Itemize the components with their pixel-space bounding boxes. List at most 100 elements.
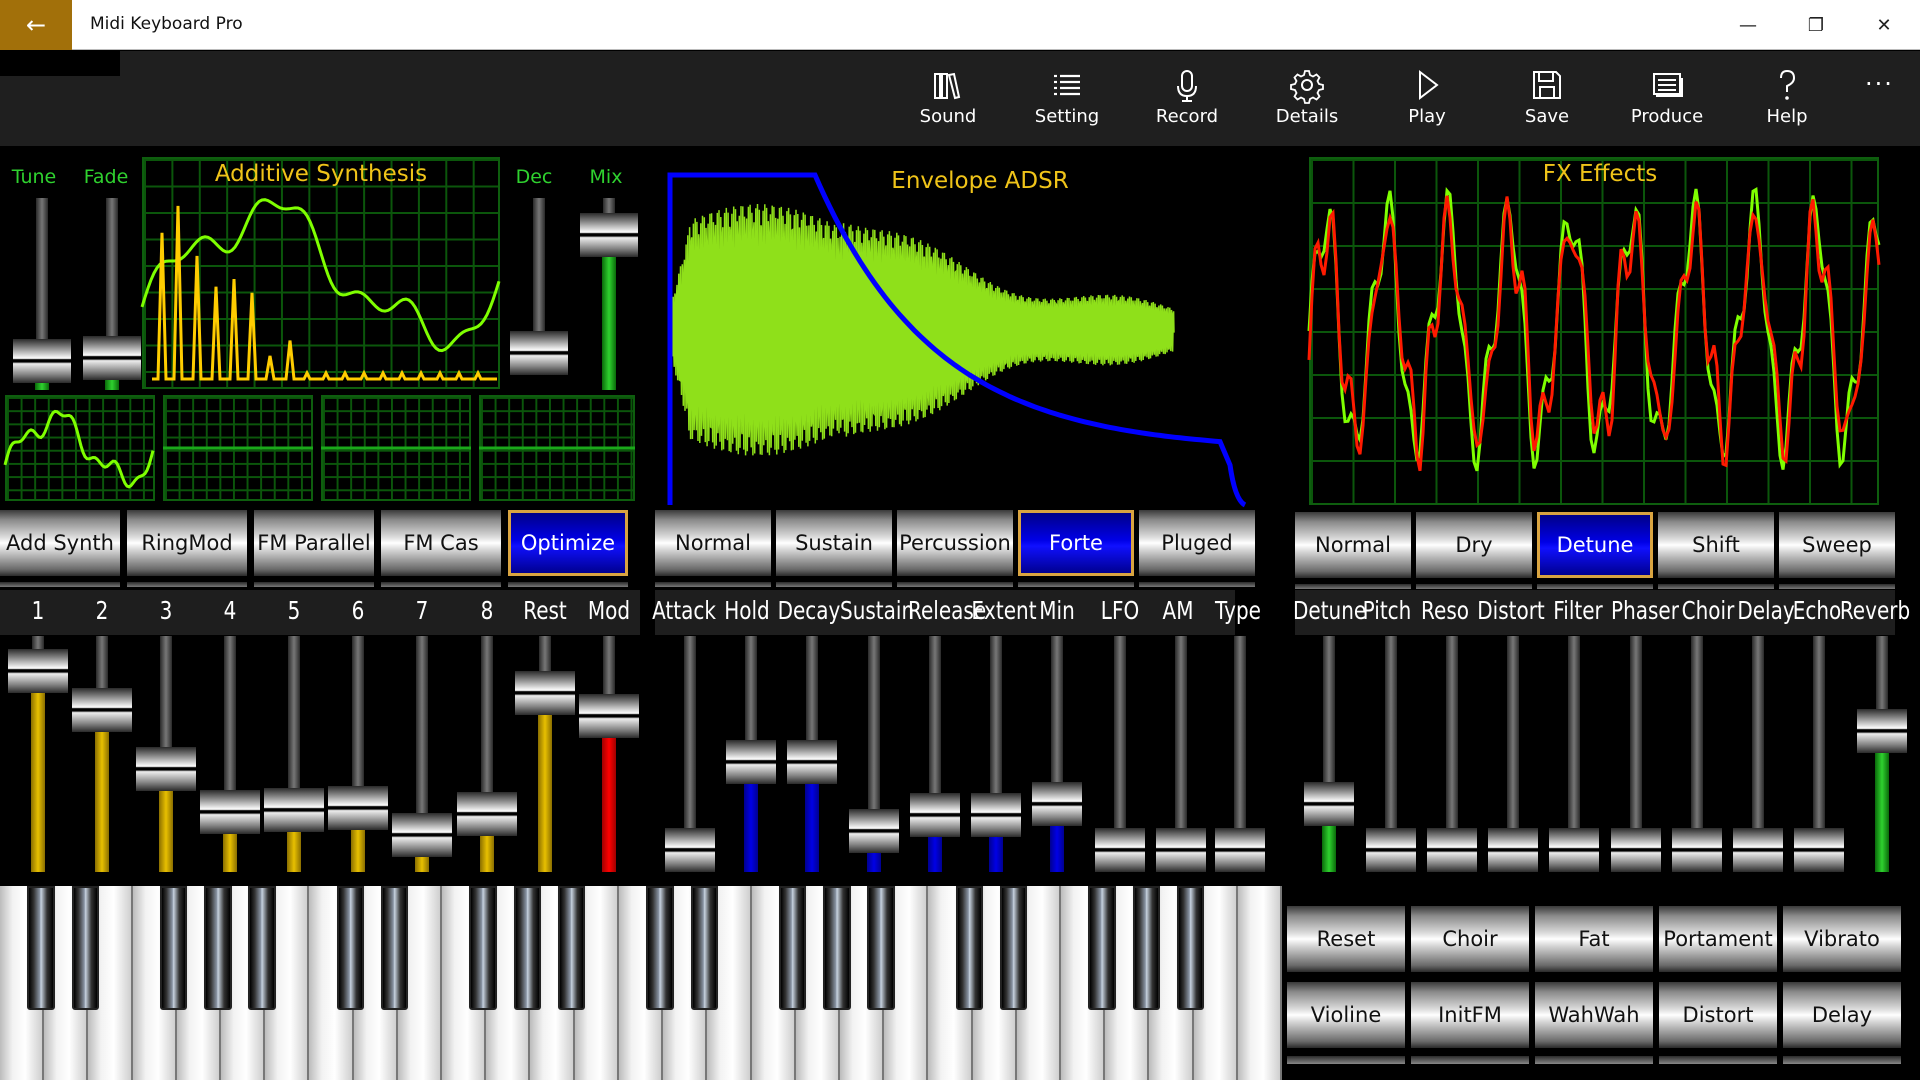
- back-button[interactable]: ←: [0, 0, 72, 50]
- fx-slider-delay-track[interactable]: [1752, 636, 1764, 832]
- envelope-slider-sustain-track[interactable]: [868, 636, 880, 813]
- harmonic-slider-3-knob[interactable]: [136, 747, 196, 792]
- minimize-button[interactable]: —: [1714, 0, 1782, 50]
- envelope-slider-release-track[interactable]: [929, 636, 941, 798]
- fx-slider-echo-knob[interactable]: [1794, 828, 1844, 872]
- fx-slider-detune-track[interactable]: [1323, 636, 1335, 786]
- harmonic-slider-mod-knob[interactable]: [579, 693, 639, 738]
- harmonic-slider-7-knob[interactable]: [392, 812, 452, 857]
- envelope-slider-extent-track[interactable]: [990, 636, 1002, 798]
- preset-portament-button[interactable]: Portament: [1659, 906, 1777, 972]
- synth-mode-optimize-button[interactable]: Optimize: [508, 510, 628, 576]
- harmonic-slider-6-knob[interactable]: [328, 785, 388, 830]
- fx-mode-normal-button[interactable]: Normal: [1295, 512, 1411, 578]
- envelope-slider-extent-knob[interactable]: [971, 793, 1021, 838]
- envelope-slider-release-knob[interactable]: [910, 793, 960, 838]
- preset-wahwah-button[interactable]: WahWah: [1535, 982, 1653, 1048]
- black-key[interactable]: [1132, 886, 1160, 1010]
- envelope-slider-am-knob[interactable]: [1156, 828, 1206, 872]
- envelope-slider-type-track[interactable]: [1234, 636, 1246, 832]
- dec-slider-track[interactable]: [533, 198, 545, 336]
- black-key[interactable]: [690, 886, 718, 1010]
- more-button[interactable]: ···: [1865, 70, 1894, 98]
- envelope-slider-type-knob[interactable]: [1215, 828, 1265, 872]
- envelope-slider-decay-track[interactable]: [806, 636, 818, 744]
- envelope-slider-min-track[interactable]: [1051, 636, 1063, 786]
- synth-mode-fm-cas-button[interactable]: FM Cas: [381, 510, 501, 576]
- command-play[interactable]: Play: [1372, 60, 1482, 140]
- command-help[interactable]: Help: [1732, 60, 1842, 140]
- fx-slider-echo-track[interactable]: [1813, 636, 1825, 832]
- harmonic-slider-1-knob[interactable]: [8, 649, 68, 694]
- fx-mode-dry-button[interactable]: Dry: [1416, 512, 1532, 578]
- envelope-slider-am-track[interactable]: [1175, 636, 1187, 832]
- fx-slider-choir-track[interactable]: [1691, 636, 1703, 832]
- mix-slider-knob[interactable]: [580, 212, 638, 257]
- command-sound[interactable]: Sound: [893, 60, 1003, 140]
- harmonic-slider-8-track[interactable]: [481, 636, 493, 796]
- fx-slider-reso-track[interactable]: [1446, 636, 1458, 832]
- black-key[interactable]: [823, 886, 851, 1010]
- envelope-mode-percussion-button[interactable]: Percussion: [897, 510, 1013, 576]
- preset-vibrato-button[interactable]: Vibrato: [1783, 906, 1901, 972]
- command-details[interactable]: Details: [1252, 60, 1362, 140]
- black-key[interactable]: [557, 886, 586, 1010]
- envelope-mode-pluged-button[interactable]: Pluged: [1139, 510, 1255, 576]
- preset-fat-button[interactable]: Fat: [1535, 906, 1653, 972]
- fx-slider-detune-knob[interactable]: [1304, 781, 1354, 826]
- envelope-slider-hold-track[interactable]: [745, 636, 757, 744]
- fx-slider-pitch-knob[interactable]: [1366, 828, 1416, 872]
- black-key[interactable]: [867, 886, 895, 1010]
- fx-slider-phaser-knob[interactable]: [1611, 828, 1661, 872]
- synth-mode-fm-parallel-button[interactable]: FM Parallel: [254, 510, 374, 576]
- harmonic-slider-mod-track[interactable]: [603, 636, 615, 698]
- fx-slider-distort-knob[interactable]: [1488, 828, 1538, 872]
- preset-reset-button[interactable]: Reset: [1287, 906, 1405, 972]
- harmonic-slider-7-track[interactable]: [416, 636, 428, 817]
- fx-slider-reverb-knob[interactable]: [1857, 708, 1907, 753]
- black-key[interactable]: [1088, 886, 1116, 1010]
- envelope-mode-normal-button[interactable]: Normal: [655, 510, 771, 576]
- harmonic-slider-rest-knob[interactable]: [515, 670, 575, 715]
- harmonic-slider-3-track[interactable]: [160, 636, 172, 752]
- black-key[interactable]: [336, 886, 365, 1010]
- synth-mode-add-synth-button[interactable]: Add Synth: [0, 510, 120, 576]
- preset-violine-button[interactable]: Violine: [1287, 982, 1405, 1048]
- tune-slider-track[interactable]: [36, 198, 48, 343]
- black-key[interactable]: [778, 886, 807, 1010]
- command-produce[interactable]: Produce: [1612, 60, 1722, 140]
- black-key[interactable]: [248, 886, 276, 1010]
- envelope-mode-forte-button[interactable]: Forte: [1018, 510, 1134, 576]
- harmonic-slider-4-knob[interactable]: [200, 789, 260, 834]
- harmonic-slider-4-track[interactable]: [224, 636, 236, 794]
- envelope-slider-lfo-knob[interactable]: [1095, 828, 1145, 872]
- envelope-slider-attack-track[interactable]: [684, 636, 696, 832]
- black-key[interactable]: [1176, 886, 1205, 1010]
- fx-slider-reverb-track[interactable]: [1876, 636, 1888, 713]
- fx-slider-choir-knob[interactable]: [1672, 828, 1722, 872]
- black-key[interactable]: [27, 886, 55, 1010]
- envelope-slider-hold-knob[interactable]: [726, 739, 776, 784]
- black-key[interactable]: [381, 886, 409, 1010]
- fade-slider-track[interactable]: [106, 198, 118, 340]
- command-setting[interactable]: Setting: [1012, 60, 1122, 140]
- fx-slider-filter-track[interactable]: [1568, 636, 1580, 832]
- synth-mode-ringmod-button[interactable]: RingMod: [127, 510, 247, 576]
- envelope-slider-sustain-knob[interactable]: [849, 808, 899, 853]
- black-key[interactable]: [204, 886, 232, 1010]
- tune-slider-knob[interactable]: [13, 338, 71, 383]
- preset-delay-button[interactable]: Delay: [1783, 982, 1901, 1048]
- black-key[interactable]: [955, 886, 984, 1010]
- fx-slider-phaser-track[interactable]: [1630, 636, 1642, 832]
- fx-mode-sweep-button[interactable]: Sweep: [1779, 512, 1895, 578]
- harmonic-slider-2-knob[interactable]: [72, 687, 132, 732]
- black-key[interactable]: [71, 886, 100, 1010]
- harmonic-slider-8-knob[interactable]: [457, 791, 517, 836]
- envelope-mode-sustain-button[interactable]: Sustain: [776, 510, 892, 576]
- command-record[interactable]: Record: [1132, 60, 1242, 140]
- black-key[interactable]: [469, 886, 497, 1010]
- black-key[interactable]: [999, 886, 1028, 1010]
- harmonic-slider-5-knob[interactable]: [264, 787, 324, 832]
- fx-slider-filter-knob[interactable]: [1549, 828, 1599, 872]
- black-key[interactable]: [160, 886, 188, 1010]
